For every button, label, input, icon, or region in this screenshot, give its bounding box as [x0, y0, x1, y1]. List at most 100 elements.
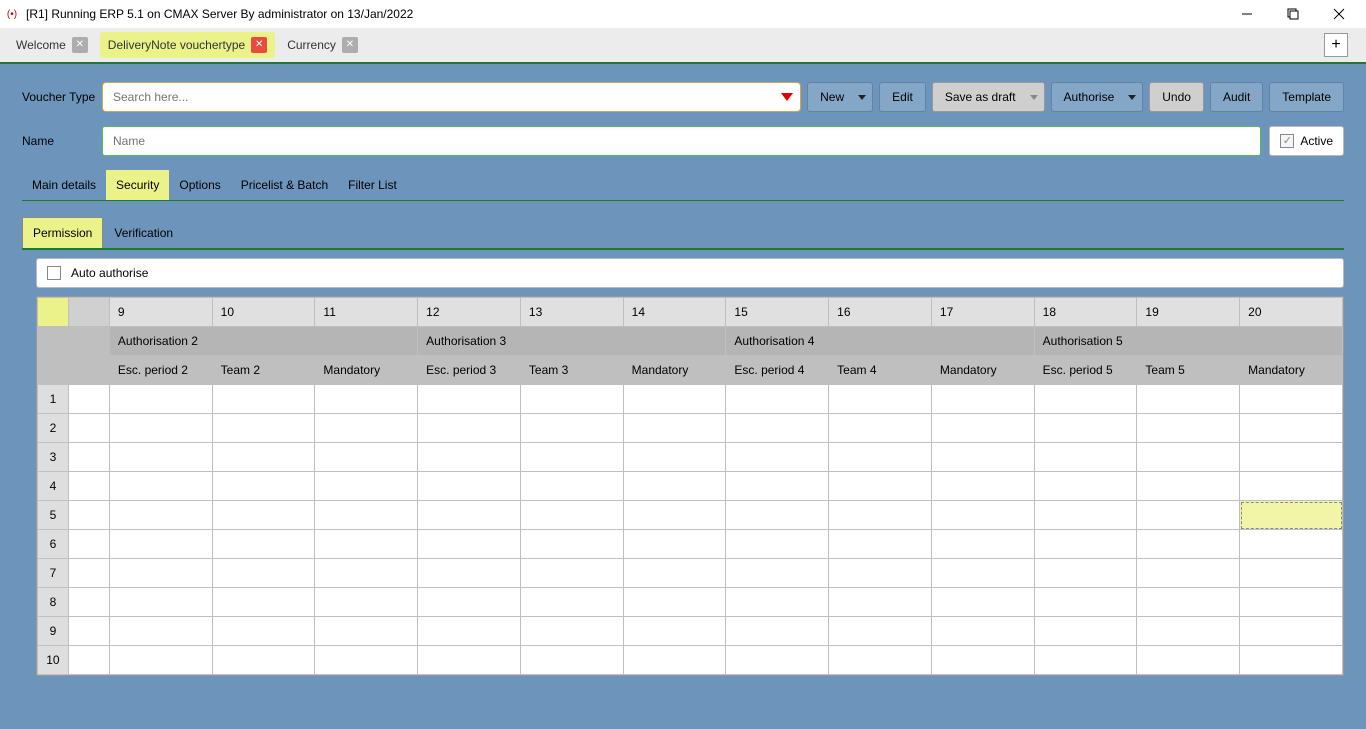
tab-filter-list[interactable]: Filter List	[338, 170, 407, 200]
grid-cell[interactable]	[1240, 414, 1343, 443]
grid-cell[interactable]	[418, 617, 521, 646]
grid-cell[interactable]	[212, 530, 315, 559]
grid-cell[interactable]	[520, 385, 623, 414]
grid-cell[interactable]	[623, 472, 726, 501]
grid-cell[interactable]	[829, 443, 932, 472]
grid-cell[interactable]	[726, 530, 829, 559]
grid-cell[interactable]	[68, 617, 109, 646]
grid-cell[interactable]	[829, 588, 932, 617]
subtab-permission[interactable]: Permission	[22, 217, 103, 248]
grid-cell[interactable]	[1137, 385, 1240, 414]
voucher-type-search-input[interactable]	[102, 82, 773, 112]
grid-cell[interactable]	[315, 443, 418, 472]
grid-cell[interactable]	[931, 646, 1034, 675]
grid-cell[interactable]	[829, 646, 932, 675]
grid-cell[interactable]	[315, 588, 418, 617]
row-number-cell[interactable]: 8	[38, 588, 69, 617]
grid-cell[interactable]	[418, 414, 521, 443]
grid-cell[interactable]	[109, 559, 212, 588]
row-number-cell[interactable]: 10	[38, 646, 69, 675]
grid-cell[interactable]	[1240, 385, 1343, 414]
row-number-cell[interactable]: 6	[38, 530, 69, 559]
grid-cell[interactable]	[212, 414, 315, 443]
undo-button[interactable]: Undo	[1149, 82, 1204, 112]
tab-options[interactable]: Options	[169, 170, 230, 200]
grid-cell[interactable]	[109, 385, 212, 414]
grid-cell[interactable]	[1034, 472, 1137, 501]
grid-cell[interactable]	[212, 617, 315, 646]
tab-welcome[interactable]: Welcome ✕	[8, 32, 96, 58]
grid-cell[interactable]	[623, 588, 726, 617]
grid-cell[interactable]	[1034, 588, 1137, 617]
grid-cell[interactable]	[1034, 443, 1137, 472]
template-button[interactable]: Template	[1269, 82, 1344, 112]
grid-cell[interactable]	[931, 385, 1034, 414]
permission-grid[interactable]: 91011 121314 151617 181920 Authorisation…	[36, 296, 1344, 676]
row-number-cell[interactable]: 2	[38, 414, 69, 443]
name-input[interactable]	[102, 126, 1261, 156]
grid-cell[interactable]	[1240, 472, 1343, 501]
grid-cell[interactable]	[68, 646, 109, 675]
grid-cell[interactable]	[726, 385, 829, 414]
grid-cell[interactable]	[829, 501, 932, 530]
grid-cell[interactable]	[726, 559, 829, 588]
grid-corner-cell[interactable]	[38, 298, 69, 327]
grid-cell[interactable]	[1034, 559, 1137, 588]
grid-cell[interactable]	[520, 501, 623, 530]
grid-cell[interactable]	[109, 530, 212, 559]
grid-cell[interactable]	[212, 472, 315, 501]
grid-cell[interactable]	[315, 530, 418, 559]
grid-cell[interactable]	[418, 559, 521, 588]
grid-cell[interactable]	[212, 588, 315, 617]
grid-cell[interactable]	[1240, 530, 1343, 559]
grid-cell[interactable]	[418, 588, 521, 617]
grid-cell[interactable]	[931, 559, 1034, 588]
grid-cell[interactable]	[623, 617, 726, 646]
grid-cell[interactable]	[726, 588, 829, 617]
grid-cell[interactable]	[315, 501, 418, 530]
grid-cell[interactable]	[418, 646, 521, 675]
grid-cell[interactable]	[520, 414, 623, 443]
subtab-verification[interactable]: Verification	[103, 217, 184, 248]
grid-cell[interactable]	[109, 501, 212, 530]
grid-cell[interactable]	[1137, 414, 1240, 443]
grid-cell[interactable]	[315, 385, 418, 414]
grid-cell[interactable]	[1137, 472, 1240, 501]
grid-cell[interactable]	[109, 588, 212, 617]
grid-cell[interactable]	[212, 646, 315, 675]
grid-cell[interactable]	[726, 414, 829, 443]
edit-button[interactable]: Edit	[879, 82, 926, 112]
grid-cell[interactable]	[418, 385, 521, 414]
grid-cell[interactable]	[68, 414, 109, 443]
grid-cell[interactable]	[726, 617, 829, 646]
grid-cell[interactable]	[315, 414, 418, 443]
grid-cell[interactable]	[1034, 385, 1137, 414]
grid-cell[interactable]	[1240, 559, 1343, 588]
grid-cell[interactable]	[68, 530, 109, 559]
auto-authorise-bar[interactable]: Auto authorise	[36, 258, 1344, 288]
grid-cell[interactable]	[315, 472, 418, 501]
grid-cell[interactable]	[623, 443, 726, 472]
grid-cell[interactable]	[726, 501, 829, 530]
row-number-cell[interactable]: 7	[38, 559, 69, 588]
grid-cell[interactable]	[1137, 559, 1240, 588]
grid-cell[interactable]	[1240, 443, 1343, 472]
grid-cell[interactable]	[931, 617, 1034, 646]
grid-cell[interactable]	[931, 414, 1034, 443]
row-number-cell[interactable]: 1	[38, 385, 69, 414]
tab-security[interactable]: Security	[106, 170, 169, 200]
grid-cell[interactable]	[1240, 588, 1343, 617]
grid-cell[interactable]	[418, 530, 521, 559]
close-icon[interactable]: ✕	[342, 37, 358, 53]
grid-cell[interactable]	[829, 617, 932, 646]
active-checkbox-wrap[interactable]: ✓ Active	[1269, 126, 1344, 156]
grid-cell[interactable]	[315, 646, 418, 675]
grid-cell[interactable]	[726, 646, 829, 675]
voucher-type-dropdown-button[interactable]	[773, 82, 801, 112]
grid-cell[interactable]	[109, 414, 212, 443]
grid-cell[interactable]	[520, 530, 623, 559]
grid-cell[interactable]	[1240, 501, 1343, 530]
grid-cell[interactable]	[68, 443, 109, 472]
grid-cell[interactable]	[520, 443, 623, 472]
grid-cell[interactable]	[109, 617, 212, 646]
